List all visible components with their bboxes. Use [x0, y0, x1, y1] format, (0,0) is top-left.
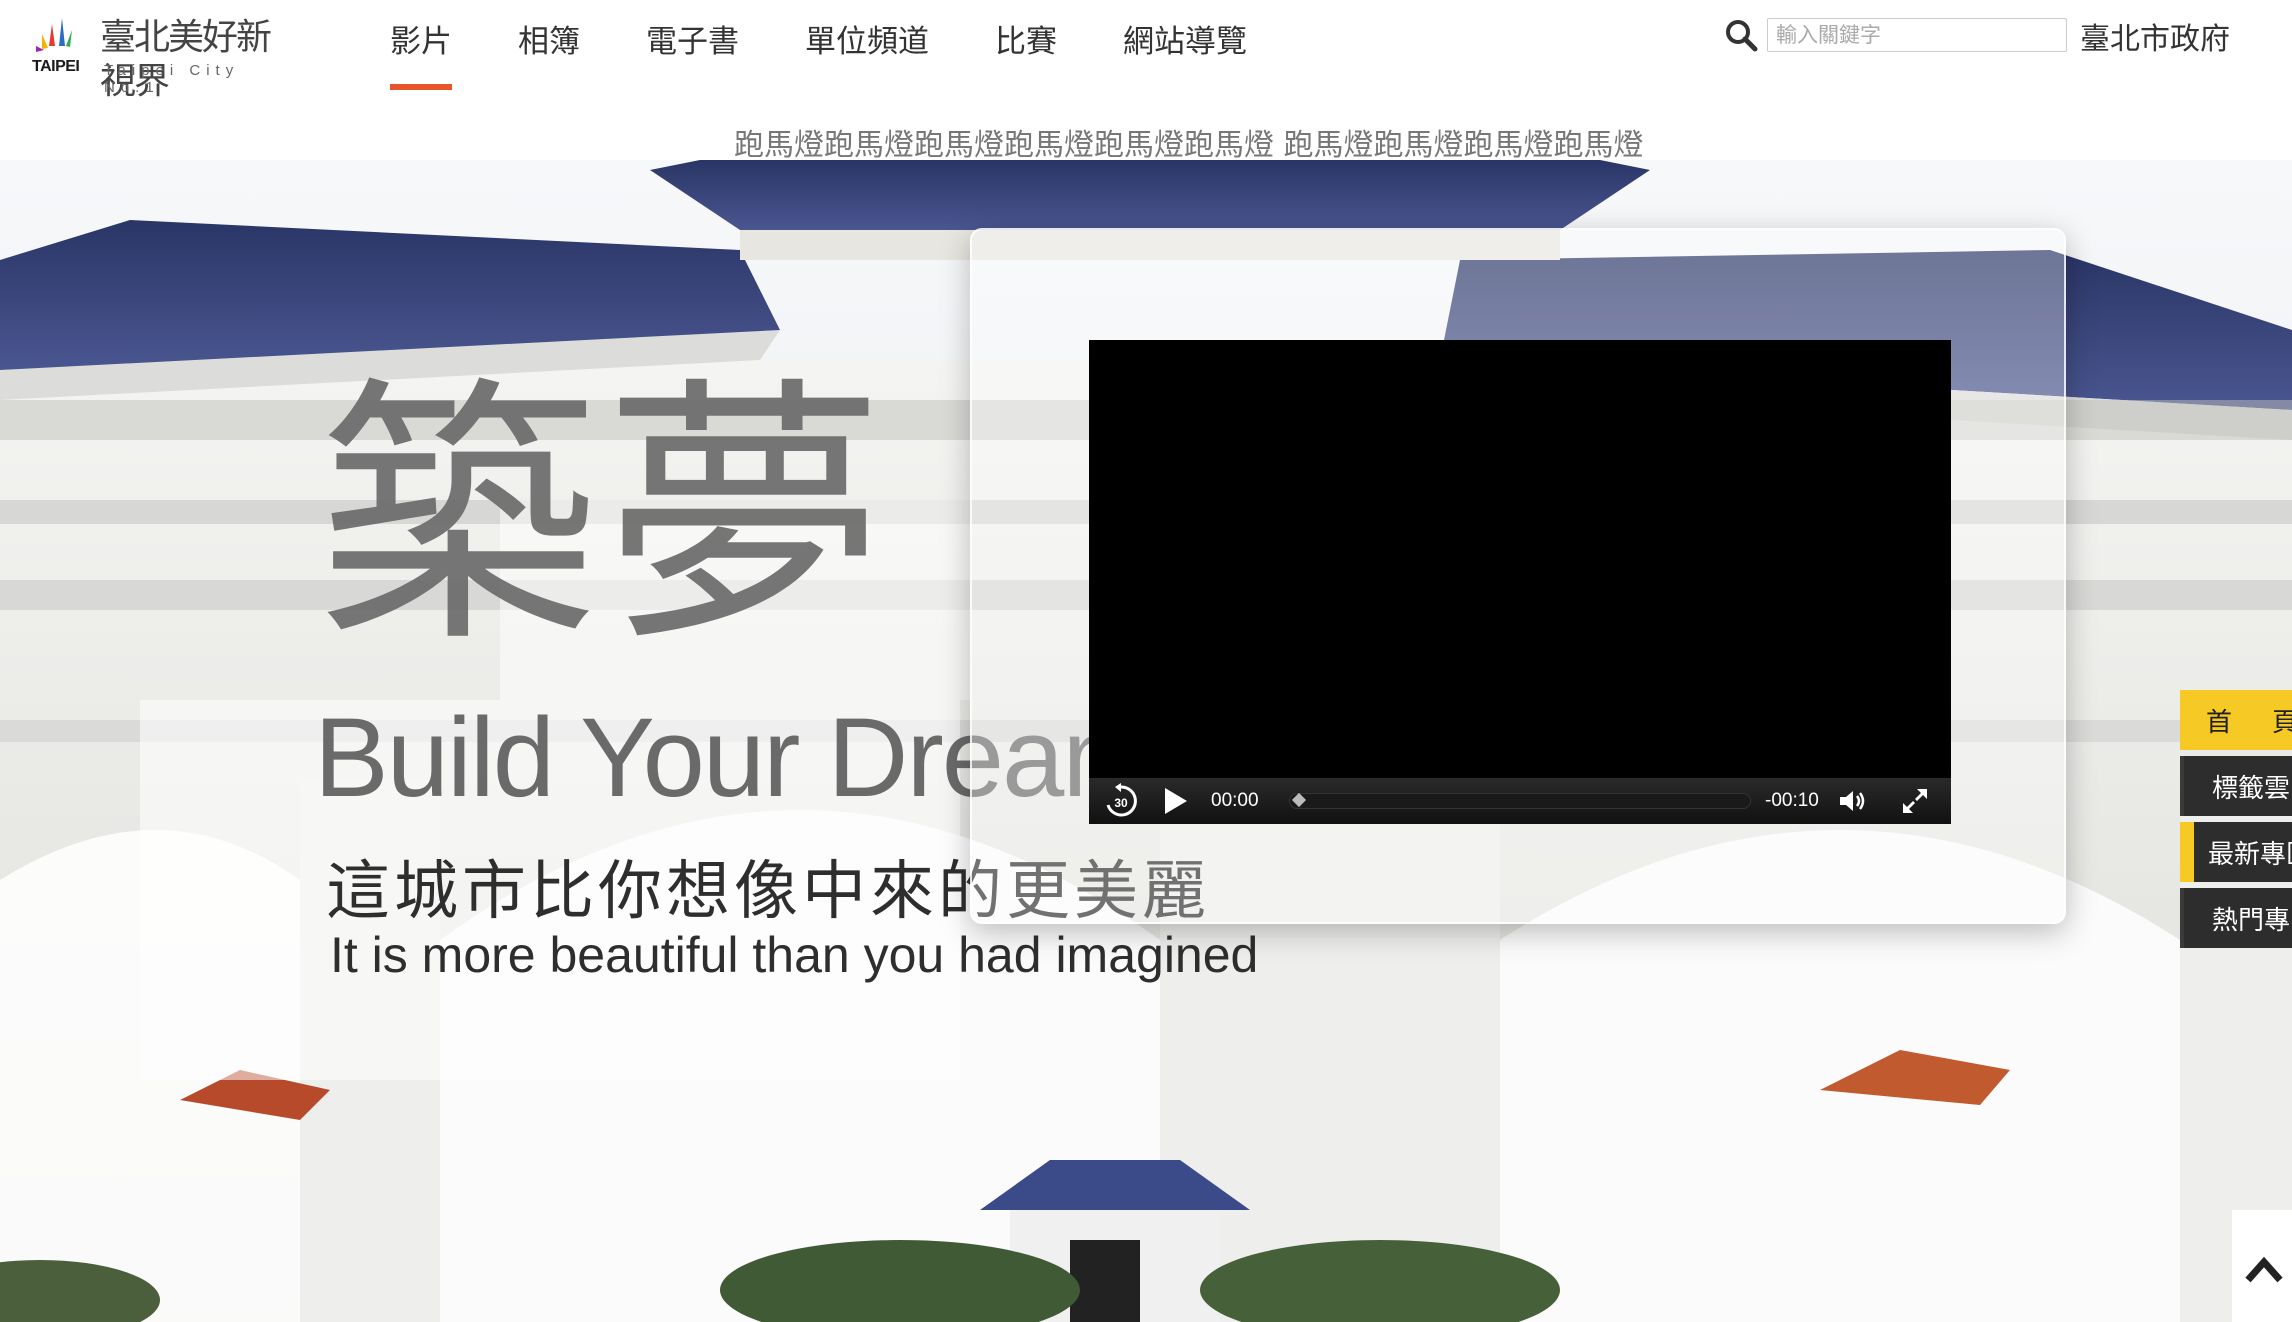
- play-icon[interactable]: [1149, 778, 1199, 824]
- side-tab-home[interactable]: 首頁: [2180, 690, 2292, 750]
- skip-back-label: 30: [1114, 796, 1128, 810]
- video-player[interactable]: 30 00:00 -00:10: [1089, 340, 1951, 824]
- volume-icon[interactable]: [1833, 778, 1873, 824]
- site-logo[interactable]: TAIPEI 臺北美好新視界 Taipei City No.1: [30, 16, 300, 102]
- nav-item-unit-channels[interactable]: 單位頻道: [805, 0, 929, 92]
- logo-subtitle: Taipei City No.1: [104, 62, 240, 96]
- current-time: 00:00: [1211, 790, 1259, 811]
- scroll-top-button[interactable]: [2232, 1210, 2292, 1322]
- nav-item-videos[interactable]: 影片: [390, 0, 452, 92]
- taipei-gov-link[interactable]: 臺北市政府: [2080, 14, 2230, 58]
- nav-item-ebooks[interactable]: 電子書: [646, 0, 739, 92]
- nav-item-albums[interactable]: 相簿: [518, 0, 580, 92]
- video-progress-bar[interactable]: [1289, 792, 1751, 809]
- search-icon[interactable]: [1724, 18, 1758, 52]
- hero-subtitle-english: It is more beautiful than you had imagin…: [330, 927, 1259, 983]
- search-input[interactable]: [1767, 18, 2067, 52]
- logo-wordmark: TAIPEI: [32, 58, 80, 75]
- site-header: TAIPEI 臺北美好新視界 Taipei City No.1 影片 相簿 電子…: [0, 0, 2292, 120]
- side-tab-tag-cloud[interactable]: 標籤雲: [2180, 756, 2292, 816]
- main-nav: 影片 相簿 電子書 單位頻道 比賽 網站導覽: [390, 0, 1313, 96]
- nav-item-sitemap[interactable]: 網站導覽: [1123, 0, 1247, 92]
- hero-title-chinese: 築夢: [318, 355, 890, 681]
- side-tab-popular[interactable]: 熱門專區: [2180, 888, 2292, 948]
- progress-knob[interactable]: [1291, 792, 1307, 808]
- skip-back-30-icon[interactable]: 30: [1095, 778, 1147, 824]
- fullscreen-icon[interactable]: [1895, 778, 1935, 824]
- remaining-time: -00:10: [1765, 790, 1819, 811]
- side-tab-latest[interactable]: 最新專區: [2180, 822, 2292, 882]
- nav-item-contests[interactable]: 比賽: [995, 0, 1057, 92]
- chevron-up-icon: [2245, 1256, 2283, 1283]
- taipei-logo-icon: [36, 18, 72, 52]
- marquee-text: 跑馬燈跑馬燈跑馬燈跑馬燈跑馬燈跑馬燈 跑馬燈跑馬燈跑馬燈跑馬燈: [734, 128, 1644, 163]
- video-controls: 30 00:00 -00:10: [1089, 778, 1951, 824]
